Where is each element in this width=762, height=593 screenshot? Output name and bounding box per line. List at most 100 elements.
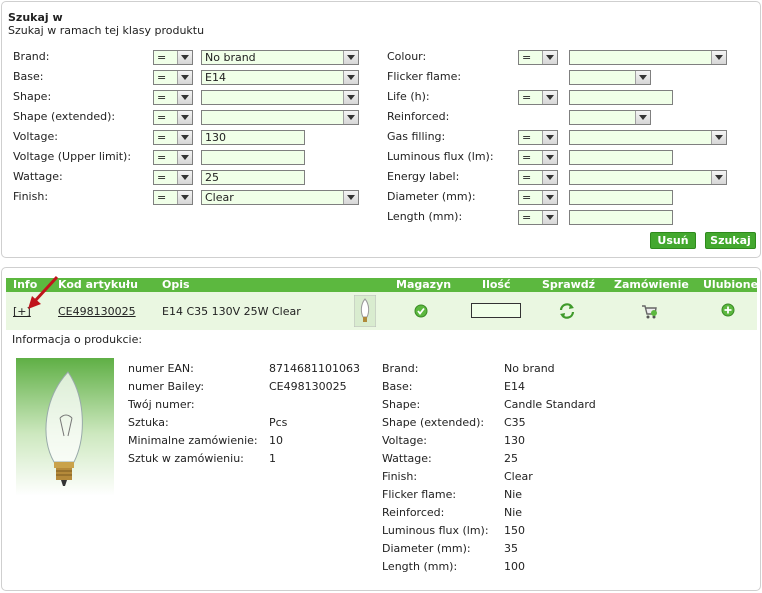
search-left-5-operator-value: = (157, 151, 167, 164)
col-qty: Ilość (482, 278, 511, 291)
detail-key: Wattage: (382, 452, 432, 465)
search-right-4-operator-chevron-down-icon (542, 131, 557, 144)
search-left-0-operator-value: = (157, 51, 167, 64)
product-image (16, 358, 114, 496)
table-row: [+] CE498130025 E14 C35 130V 25W Clear (6, 292, 757, 330)
search-left-0-select[interactable]: No brand (201, 50, 359, 65)
search-left-5-label: Voltage (Upper limit): (13, 150, 132, 163)
search-left-2-operator-chevron-down-icon (177, 91, 192, 104)
search-left-1-operator-chevron-down-icon (177, 71, 192, 84)
search-left-2-operator-select[interactable]: = (153, 90, 193, 105)
search-right-3-chevron-down-icon (635, 111, 650, 124)
detail-key: Length (mm): (382, 560, 458, 573)
detail-value: 8714681101063 (269, 362, 360, 375)
plus-circle-icon[interactable] (721, 303, 735, 317)
search-left-6-operator-select[interactable]: = (153, 170, 193, 185)
cart-add-icon[interactable] (640, 302, 658, 320)
search-right-4-operator-select[interactable]: = (518, 130, 558, 145)
refresh-arrows-icon[interactable] (558, 302, 576, 320)
results-panel: Info Kod artykułu Opis Magazyn Ilość Spr… (1, 267, 761, 591)
search-right-4-chevron-down-icon (711, 131, 726, 144)
search-right-5-operator-select[interactable]: = (518, 150, 558, 165)
results-header: Info Kod artykułu Opis Magazyn Ilość Spr… (6, 278, 758, 292)
search-right-1-label: Flicker flame: (387, 70, 462, 83)
detail-key: Brand: (382, 362, 419, 375)
search-right-7-operator-value: = (522, 191, 532, 204)
search-left-2-operator-value: = (157, 91, 167, 104)
detail-value: CE498130025 (269, 380, 347, 393)
search-left-2-chevron-down-icon (343, 91, 358, 104)
product-description: E14 C35 130V 25W Clear (162, 305, 301, 318)
product-code-link[interactable]: CE498130025 (58, 305, 136, 318)
search-left-0-value: No brand (205, 51, 256, 64)
search-left-3-select[interactable] (201, 110, 359, 125)
detail-key: Twój numer: (128, 398, 195, 411)
detail-value: Nie (504, 488, 523, 501)
quantity-input[interactable] (471, 303, 521, 318)
search-right-5-operator-value: = (522, 151, 532, 164)
search-right-0-select[interactable] (569, 50, 727, 65)
search-right-2-label: Life (h): (387, 90, 430, 103)
search-right-0-operator-chevron-down-icon (542, 51, 557, 64)
search-button[interactable]: Szukaj (705, 232, 756, 249)
search-left-6-operator-value: = (157, 171, 167, 184)
search-right-6-chevron-down-icon (711, 171, 726, 184)
search-left-6-input[interactable]: 25 (201, 170, 305, 185)
search-left-7-operator-select[interactable]: = (153, 190, 193, 205)
detail-key: Sztuk w zamówieniu: (128, 452, 244, 465)
search-left-4-input[interactable]: 130 (201, 130, 305, 145)
detail-value: 25 (504, 452, 518, 465)
search-left-1-operator-select[interactable]: = (153, 70, 193, 85)
clear-button[interactable]: Usuń (650, 232, 696, 249)
col-desc[interactable]: Opis (162, 278, 190, 292)
search-left-7-operator-chevron-down-icon (177, 191, 192, 204)
search-right-4-select[interactable] (569, 130, 727, 145)
detail-key: numer Bailey: (128, 380, 205, 393)
search-left-3-chevron-down-icon (343, 111, 358, 124)
search-right-3-select[interactable] (569, 110, 651, 125)
detail-key: Luminous flux (lm): (382, 524, 489, 537)
search-left-5-input[interactable] (201, 150, 305, 165)
search-right-6-operator-select[interactable]: = (518, 170, 558, 185)
detail-key: Base: (382, 380, 413, 393)
search-right-0-operator-value: = (522, 51, 532, 64)
search-left-7-chevron-down-icon (343, 191, 358, 204)
search-right-3-label: Reinforced: (387, 110, 450, 123)
detail-key: Sztuka: (128, 416, 169, 429)
search-left-1-operator-value: = (157, 71, 167, 84)
search-right-0-operator-select[interactable]: = (518, 50, 558, 65)
detail-value: 1 (269, 452, 276, 465)
search-right-8-input[interactable] (569, 210, 673, 225)
search-right-2-operator-select[interactable]: = (518, 90, 558, 105)
search-left-1-select[interactable]: E14 (201, 70, 359, 85)
detail-value: 130 (504, 434, 525, 447)
col-order: Zamówienie (614, 278, 689, 291)
search-left-3-operator-select[interactable]: = (153, 110, 193, 125)
bulb-thumbnail-icon[interactable] (354, 295, 376, 327)
search-left-7-select[interactable]: Clear (201, 190, 359, 205)
col-code[interactable]: Kod artykułu (58, 278, 138, 292)
search-left-6-operator-chevron-down-icon (177, 171, 192, 184)
detail-key: Shape: (382, 398, 421, 411)
checkmark-circle-icon (414, 304, 428, 318)
search-right-1-select[interactable] (569, 70, 651, 85)
search-right-7-operator-select[interactable]: = (518, 190, 558, 205)
search-left-7-operator-value: = (157, 191, 167, 204)
search-left-5-operator-select[interactable]: = (153, 150, 193, 165)
search-right-8-label: Length (mm): (387, 210, 463, 223)
search-right-8-operator-value: = (522, 211, 532, 224)
search-right-7-input[interactable] (569, 190, 673, 205)
search-right-6-select[interactable] (569, 170, 727, 185)
search-right-8-operator-select[interactable]: = (518, 210, 558, 225)
search-left-2-select[interactable] (201, 90, 359, 105)
search-left-0-operator-select[interactable]: = (153, 50, 193, 65)
search-left-7-label: Finish: (13, 190, 49, 203)
candle-bulb-image (45, 371, 83, 486)
search-right-5-input[interactable] (569, 150, 673, 165)
search-right-4-label: Gas filling: (387, 130, 446, 143)
search-left-4-operator-select[interactable]: = (153, 130, 193, 145)
search-panel: Szukaj w Szukaj w ramach tej klasy produ… (1, 1, 761, 258)
detail-key: Flicker flame: (382, 488, 457, 501)
search-right-2-input[interactable] (569, 90, 673, 105)
detail-value: C35 (504, 416, 526, 429)
